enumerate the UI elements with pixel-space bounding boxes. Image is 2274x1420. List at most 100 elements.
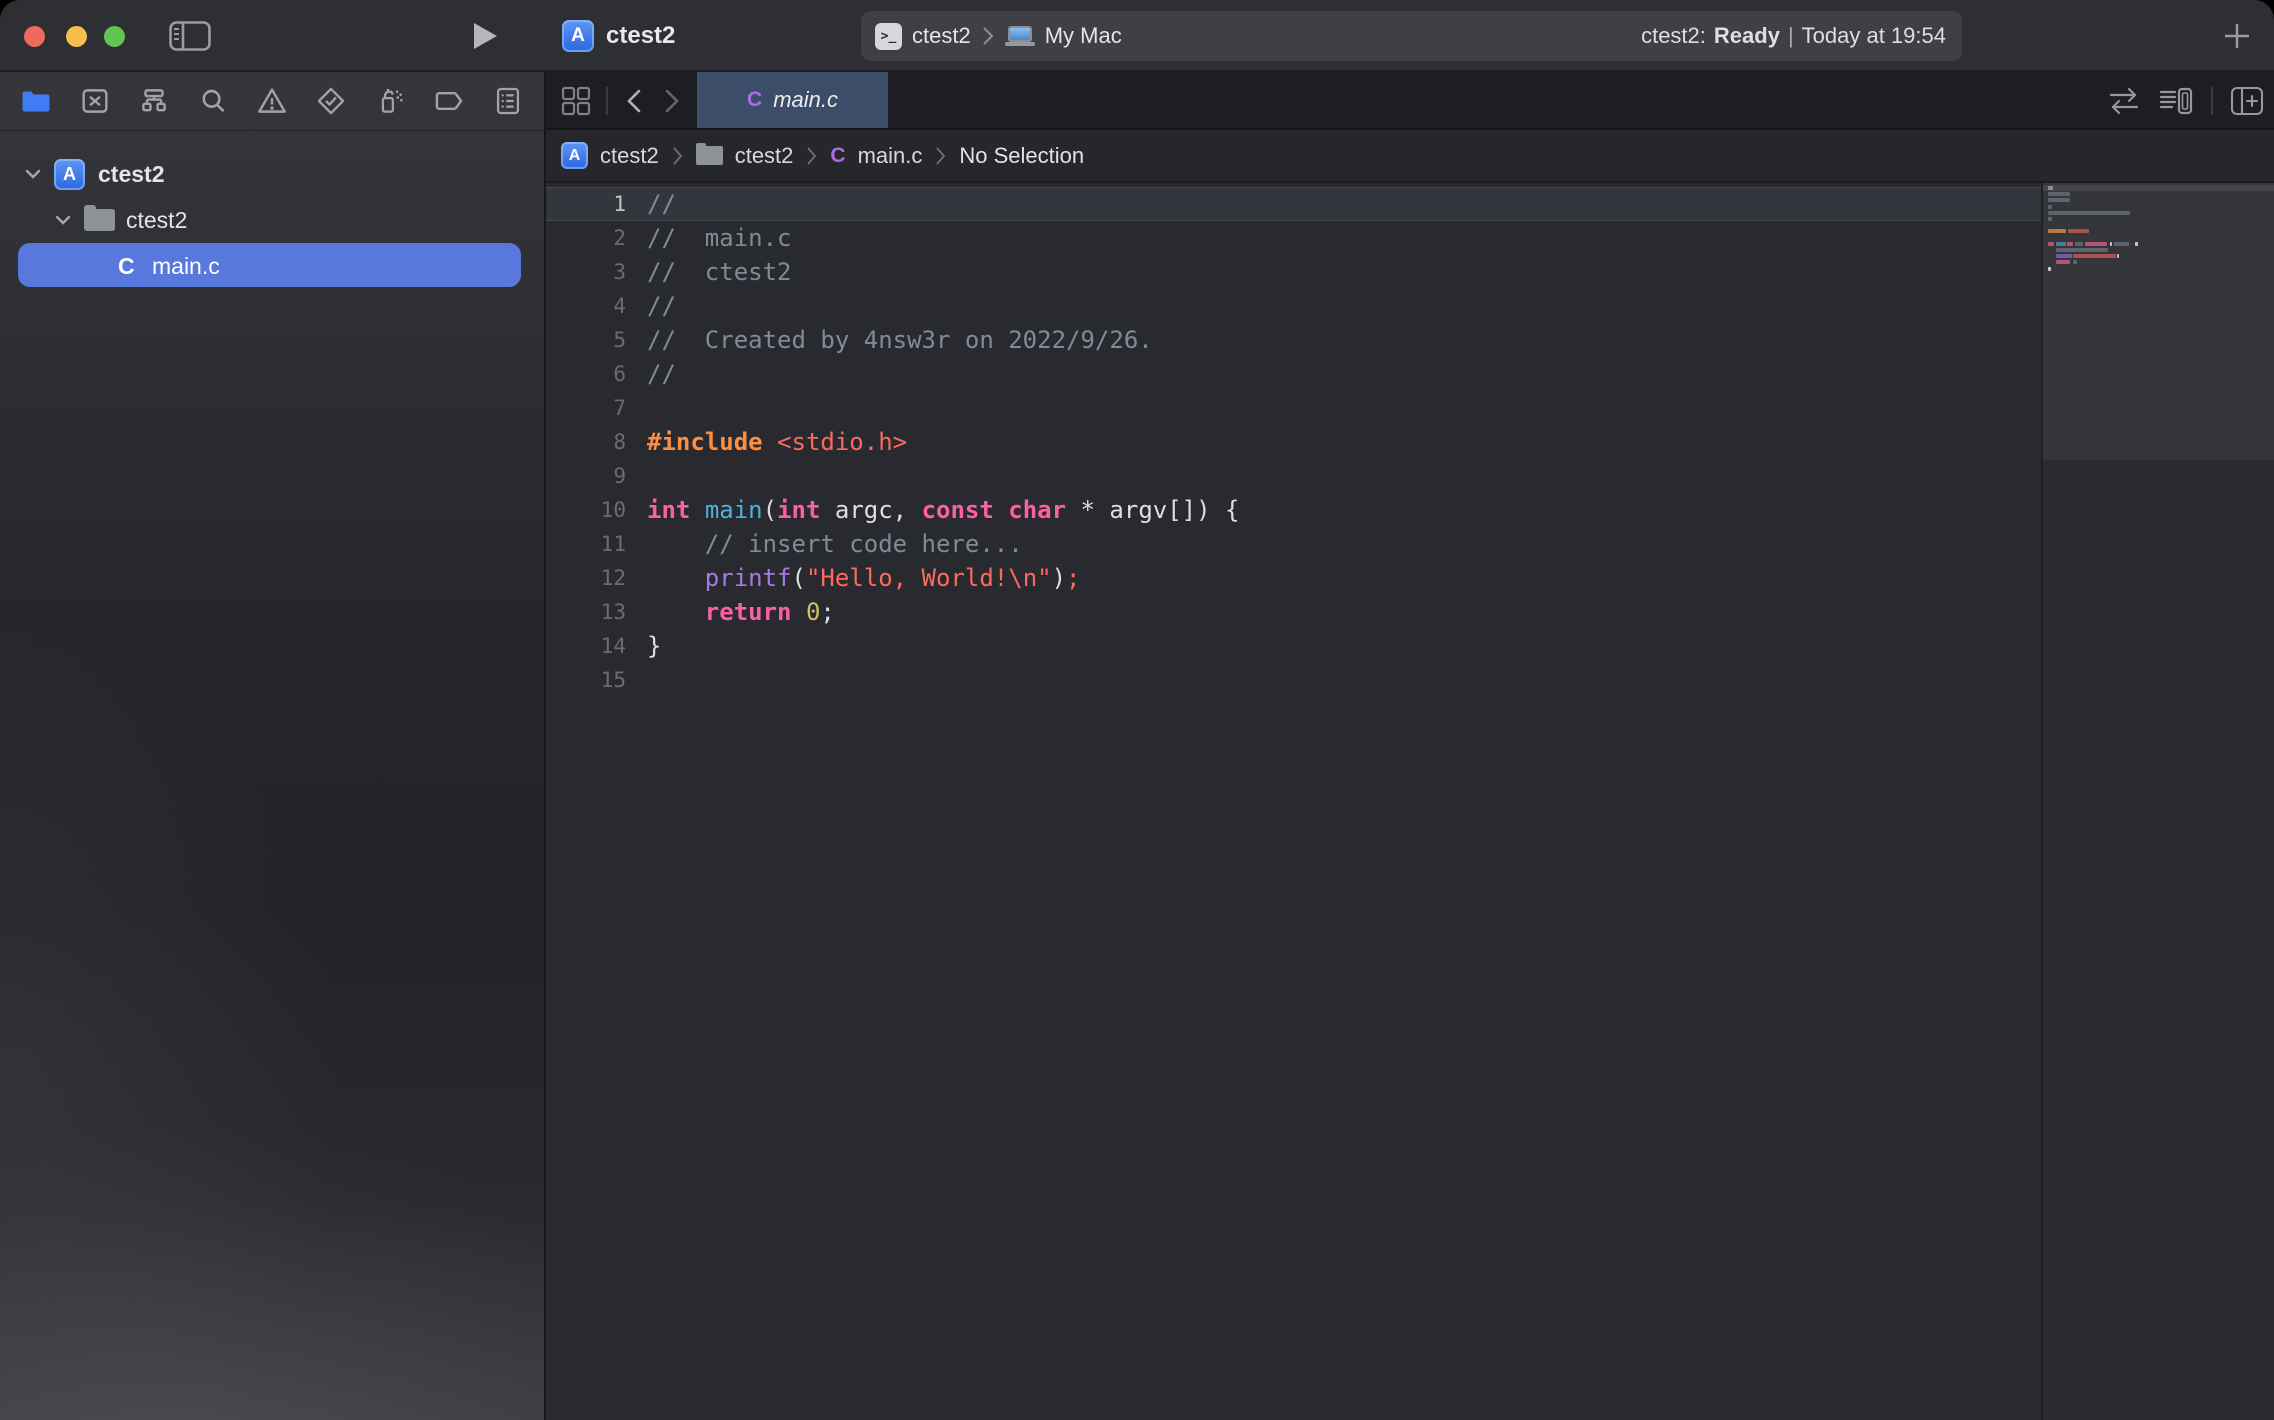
editor-options-button[interactable] [2156, 85, 2196, 117]
line-number[interactable]: 2 [546, 221, 630, 255]
disclosure-chevron-icon[interactable] [52, 210, 74, 230]
line-number[interactable]: 8 [546, 425, 630, 459]
tab-main-c[interactable]: C main.c [697, 72, 888, 128]
breakpoint-navigator-tab[interactable] [427, 81, 471, 121]
report-navigator-tab[interactable] [486, 81, 530, 121]
project-icon-glyph: A [569, 147, 581, 165]
source-editor[interactable]: 1//2// main.c3// ctest24//5// Created by… [546, 183, 2274, 1420]
find-navigator-tab[interactable] [191, 81, 235, 121]
code-line[interactable]: 2// main.c [546, 221, 2041, 255]
test-navigator-tab[interactable] [309, 81, 353, 121]
project-navigator-tab[interactable] [14, 81, 58, 121]
code-line[interactable]: 10int main(int argc, const char * argv[]… [546, 493, 2041, 527]
line-number[interactable]: 1 [546, 187, 630, 221]
minimap-line-mark [2073, 254, 2116, 258]
disclosure-chevron-icon[interactable] [22, 164, 44, 184]
line-number[interactable]: 11 [546, 527, 630, 561]
status-prefix: ctest2: [1641, 23, 1706, 49]
code-line[interactable]: 15 [546, 663, 2041, 697]
scheme-target[interactable]: ctest2 [912, 23, 971, 49]
code-line[interactable]: 12 printf("Hello, World!\n"); [546, 561, 2041, 595]
minimap[interactable] [2041, 183, 2274, 1420]
scheme-terminal-icon: >_ [875, 23, 902, 50]
minimap-line-mark [2056, 248, 2108, 252]
tab-bar: C main.c [546, 72, 2274, 130]
chevron-separator-icon [671, 145, 684, 167]
source-control-navigator-tab[interactable] [73, 81, 117, 121]
line-number[interactable]: 10 [546, 493, 630, 527]
code-line[interactable]: 11 // insert code here... [546, 527, 2041, 561]
minimap-line-mark [2048, 242, 2054, 246]
code-line[interactable]: 4// [546, 289, 2041, 323]
code-area[interactable]: 1//2// main.c3// ctest24//5// Created by… [546, 183, 2041, 1420]
line-number[interactable]: 13 [546, 595, 630, 629]
navigator-sidebar: A ctest2 ctest2 C main.c [0, 72, 546, 1420]
minimap-document-background [2043, 183, 2274, 460]
window-title: ctest2 [606, 0, 675, 72]
back-button[interactable] [620, 87, 648, 115]
line-number[interactable]: 7 [546, 391, 630, 425]
jump-bar-item[interactable]: No Selection [959, 143, 1084, 169]
line-number[interactable]: 4 [546, 289, 630, 323]
code-line[interactable]: 5// Created by 4nsw3r on 2022/9/26. [546, 323, 2041, 357]
add-editor-button[interactable] [2228, 85, 2266, 117]
line-number[interactable]: 6 [546, 357, 630, 391]
jump-bar-item[interactable]: ctest2 [735, 143, 794, 169]
line-number[interactable]: 5 [546, 323, 630, 357]
c-file-icon: C [747, 88, 762, 112]
selection-highlight [18, 243, 521, 287]
c-file-icon: C [830, 144, 845, 168]
activity-status[interactable]: ctest2: Ready | Today at 19:54 [1641, 23, 1946, 49]
issue-navigator-tab[interactable] [250, 81, 294, 121]
scheme-selector[interactable]: >_ ctest2 My Mac [875, 23, 1122, 50]
code-line[interactable]: 9 [546, 459, 2041, 493]
line-number[interactable]: 14 [546, 629, 630, 663]
code-review-button[interactable] [2104, 86, 2144, 116]
line-number[interactable]: 9 [546, 459, 630, 493]
tab-overview-button[interactable] [560, 85, 592, 117]
minimap-line-mark [2135, 242, 2138, 246]
navigator-tab-bar [0, 72, 544, 131]
toggle-sidebar-button[interactable] [168, 21, 212, 51]
minimap-line-mark [2048, 211, 2130, 215]
close-button[interactable] [24, 26, 45, 47]
jump-bar-item[interactable]: main.c [858, 143, 923, 169]
minimap-line-mark [2110, 242, 2112, 246]
run-button[interactable] [470, 22, 500, 50]
scheme-destination[interactable]: My Mac [1045, 23, 1122, 49]
swap-arrows-icon [2106, 87, 2142, 115]
project-icon[interactable]: A [561, 142, 588, 169]
line-number[interactable]: 12 [546, 561, 630, 595]
code-line[interactable]: 7 [546, 391, 2041, 425]
code-line[interactable]: 6// [546, 357, 2041, 391]
folder-icon[interactable] [696, 146, 723, 165]
zoom-button[interactable] [104, 26, 125, 47]
code-text: printf("Hello, World!\n"); [630, 561, 1081, 595]
chevron-right-icon [981, 25, 995, 47]
minimize-button[interactable] [66, 26, 87, 47]
debug-navigator-tab[interactable] [368, 81, 412, 121]
project-app-icon: A [562, 20, 594, 52]
symbol-navigator-tab[interactable] [132, 81, 176, 121]
jump-bar-item[interactable]: ctest2 [600, 143, 659, 169]
minimap-line-mark [2114, 242, 2129, 246]
warning-triangle-icon [255, 84, 289, 118]
folder-icon [19, 84, 53, 118]
code-line[interactable]: 14} [546, 629, 2041, 663]
code-line[interactable]: 8#include <stdio.h> [546, 425, 2041, 459]
x-square-icon [78, 84, 112, 118]
forward-button[interactable] [658, 87, 686, 115]
divider [606, 87, 608, 115]
code-line[interactable]: 1// [546, 187, 2041, 221]
tree-row-file-selected[interactable]: C main.c [0, 243, 544, 289]
code-line[interactable]: 13 return 0; [546, 595, 2041, 629]
library-add-button[interactable] [2220, 19, 2254, 53]
line-number[interactable]: 3 [546, 255, 630, 289]
tree-row-group[interactable]: ctest2 [0, 197, 544, 243]
line-number[interactable]: 15 [546, 663, 630, 697]
code-line[interactable]: 3// ctest2 [546, 255, 2041, 289]
c-file-icon: C [118, 253, 135, 280]
chevron-right-icon [662, 88, 682, 114]
add-editor-icon [2230, 86, 2264, 116]
tree-row-project[interactable]: A ctest2 [0, 151, 544, 197]
